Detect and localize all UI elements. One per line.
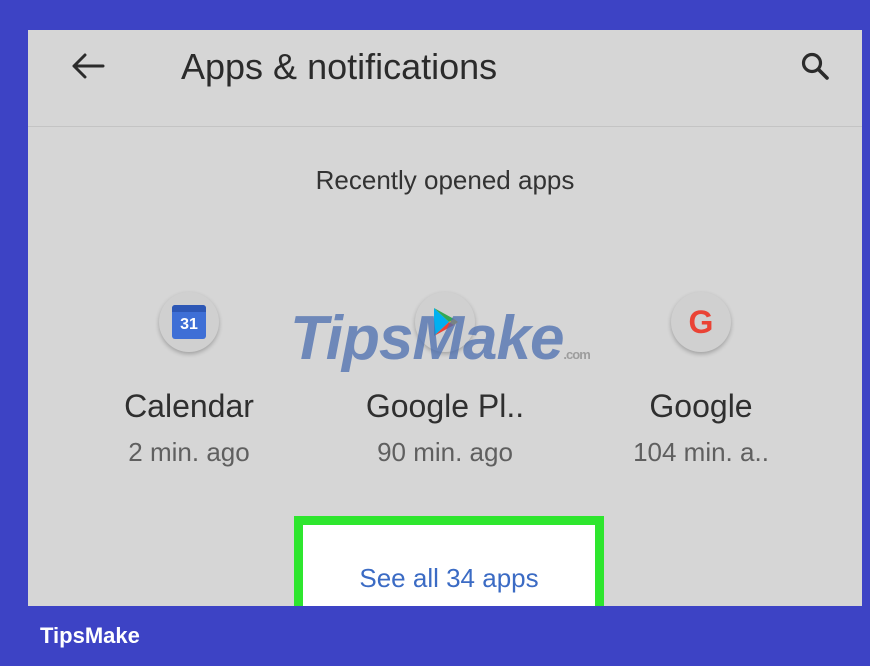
- brand-label: TipsMake: [40, 623, 140, 648]
- watermark: TipsMake.com: [290, 304, 591, 373]
- phone-screen: Apps & notifications Recently opened app…: [28, 30, 862, 606]
- app-name: Google Pl..: [365, 388, 525, 424]
- footer: TipsMake: [0, 606, 870, 666]
- page-title: Apps & notifications: [181, 46, 498, 87]
- app-bar: Apps & notifications: [28, 30, 862, 127]
- back-button[interactable]: [66, 44, 110, 88]
- app-time: 90 min. ago: [377, 437, 513, 467]
- section-title: Recently opened apps: [315, 165, 575, 195]
- recent-app-google[interactable]: G Google 104 min. a..: [591, 292, 811, 468]
- app-name: Google: [649, 388, 753, 424]
- search-icon: [801, 52, 829, 80]
- see-all-apps-button[interactable]: See all 34 apps: [294, 516, 604, 606]
- calendar-icon: 31: [159, 292, 219, 352]
- app-time: 104 min. a..: [633, 437, 769, 467]
- search-button[interactable]: [793, 44, 837, 88]
- google-icon: G: [671, 292, 731, 352]
- frame: Apps & notifications Recently opened app…: [0, 0, 870, 666]
- back-arrow-icon: [72, 53, 105, 79]
- app-name: Calendar: [124, 388, 254, 424]
- recent-app-calendar[interactable]: 31 Calendar 2 min. ago: [79, 292, 299, 468]
- see-all-apps-label: See all 34 apps: [359, 563, 539, 593]
- app-time: 2 min. ago: [128, 437, 250, 467]
